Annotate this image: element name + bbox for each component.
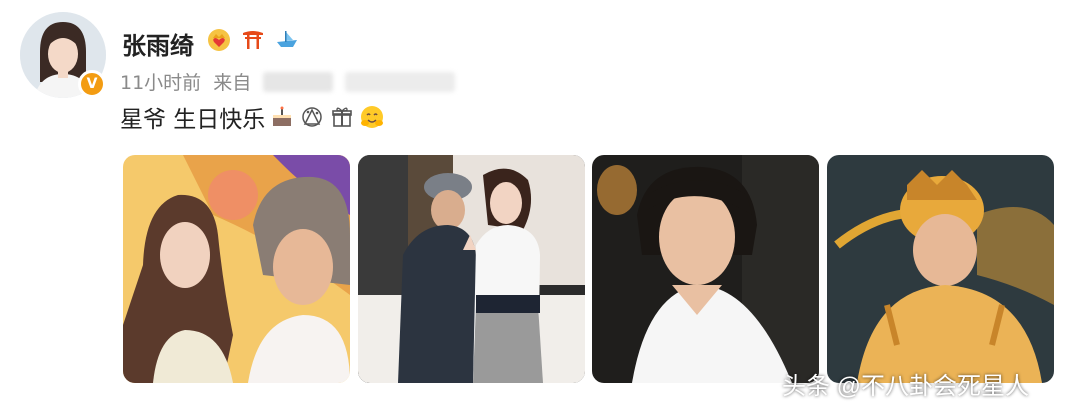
crown-heart-icon[interactable]	[206, 26, 232, 52]
verified-badge-icon: V	[78, 70, 106, 98]
blurred-source	[263, 71, 334, 92]
post-time[interactable]: 11小时前	[120, 68, 201, 95]
post-meta: 11小时前 来自	[120, 68, 456, 95]
torii-icon[interactable]	[240, 26, 266, 52]
photo-3[interactable]	[592, 155, 819, 383]
photo-1[interactable]	[123, 155, 350, 383]
post-source-label: 来自	[213, 72, 252, 94]
watermark-text: 头条 @不八卦会死星人	[782, 373, 1030, 400]
user-name[interactable]: 张雨绮	[122, 26, 194, 61]
party-icon	[302, 107, 323, 127]
boat-icon[interactable]	[274, 26, 300, 52]
photo-2[interactable]	[358, 155, 585, 383]
photo-4[interactable]	[827, 155, 1054, 383]
blurred-source-extra	[345, 71, 456, 92]
cake-icon	[273, 106, 292, 126]
user-badges	[206, 26, 300, 52]
post-text: 星爷 生日快乐	[120, 107, 266, 133]
gift-icon	[332, 107, 353, 127]
hug-icon	[361, 106, 384, 128]
post-content: 星爷 生日快乐	[120, 100, 385, 134]
